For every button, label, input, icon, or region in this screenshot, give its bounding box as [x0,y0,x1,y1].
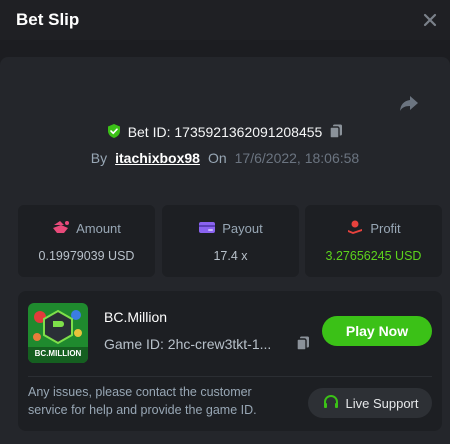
game-id: Game ID: 2hc-crew3tkt-1... [104,336,272,352]
payout-label: Payout [222,221,263,236]
on-label: On [207,150,227,166]
bet-id-text: Bet ID: 1735921362091208455 [127,124,323,140]
share-icon[interactable] [398,92,420,114]
copy-icon[interactable] [328,123,344,142]
close-icon[interactable] [420,10,440,30]
payout-value: 17.4 x [213,249,248,263]
bet-id-row: Bet ID: 1735921362091208455 [0,122,450,142]
profit-card: Profit 3.27656245 USD [305,205,442,277]
bet-datetime: 17/6/2022, 18:06:58 [234,150,360,166]
profit-icon [346,219,364,238]
profit-label: Profit [370,221,401,236]
bettor-row: By itachixbox98 On 17/6/2022, 18:06:58 [0,148,450,168]
amount-value: 0.19979039 USD [38,249,135,263]
thumbnail-text: BC.MILLION [34,349,82,358]
verified-shield-icon [106,123,122,142]
by-label: By [90,150,108,166]
header: Bet Slip [0,0,450,40]
play-now-button[interactable]: Play Now [322,316,432,346]
live-support-label: Live Support [345,395,419,411]
support-note: Any issues, please contact the customer … [28,385,257,417]
payout-icon [198,219,216,238]
game-name: BC.Million [104,309,168,325]
copy-game-id-icon[interactable] [295,335,311,351]
game-card: BC.MILLION BC.Million Game ID: 2hc-crew3… [18,291,442,431]
amount-card: Amount 0.19979039 USD [18,205,155,277]
payout-card: Payout 17.4 x [162,205,299,277]
game-thumbnail[interactable]: BC.MILLION [28,303,88,363]
divider [28,376,432,377]
amount-label: Amount [76,221,121,236]
username-link[interactable]: itachixbox98 [115,150,200,166]
dialog-title: Bet Slip [16,10,80,29]
headset-icon [322,394,340,413]
profit-value: 3.27656245 USD [325,249,422,263]
live-support-button[interactable]: Live Support [308,388,432,418]
amount-icon [52,219,70,238]
